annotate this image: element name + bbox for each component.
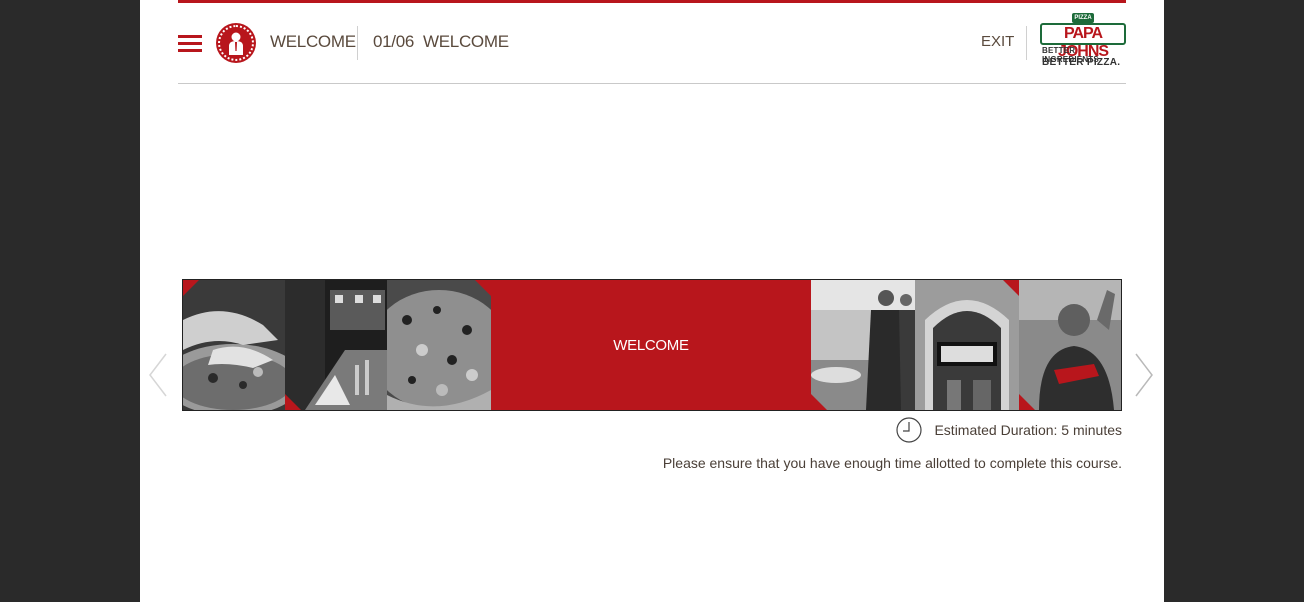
- pizza-closeup-photo: [387, 280, 491, 410]
- course-page: WELCOME 01/06 WELCOME EXIT PIZZA PAPA JO…: [140, 0, 1164, 602]
- estimated-duration: Estimated Duration: 5 minutes: [896, 416, 1122, 444]
- welcome-label-tile: WELCOME: [491, 280, 811, 410]
- time-notice: Please ensure that you have enough time …: [662, 455, 1122, 471]
- section-title: WELCOME: [270, 32, 356, 51]
- papa-johns-logo: PIZZA PAPA JOHNS BETTER INGREDIENTS. BET…: [1040, 13, 1126, 73]
- chevron-left-icon[interactable]: [148, 352, 168, 398]
- hands-topping-pizza-photo: [183, 280, 285, 410]
- exit-divider: [1026, 26, 1027, 60]
- logo-badge: PIZZA: [1072, 13, 1094, 23]
- logo-wordmark: PAPA JOHNS: [1040, 23, 1126, 60]
- founder-seal-icon: [218, 25, 254, 61]
- chevron-right-icon[interactable]: [1134, 352, 1154, 398]
- strip-welcome-label: WELCOME: [613, 336, 689, 354]
- storefront-photo: [915, 280, 1019, 410]
- page-title: WELCOME: [423, 32, 509, 51]
- duration-text: Estimated Duration: 5 minutes: [934, 422, 1122, 438]
- course-header: WELCOME 01/06 WELCOME EXIT PIZZA PAPA JO…: [178, 3, 1126, 84]
- hamburger-menu-icon[interactable]: [178, 35, 202, 53]
- restaurant-interior-photo: [285, 280, 387, 410]
- staff-at-counter-photo: [811, 280, 915, 410]
- exit-button[interactable]: EXIT: [981, 33, 1014, 50]
- welcome-image-strip: WELCOME: [182, 279, 1122, 411]
- logo-tagline-2: BETTER PIZZA.: [1042, 57, 1121, 68]
- header-divider: [357, 26, 358, 60]
- founder-thumbs-up-photo: [1019, 280, 1121, 410]
- clock-icon: [896, 417, 923, 443]
- page-counter: 01/06: [373, 32, 415, 51]
